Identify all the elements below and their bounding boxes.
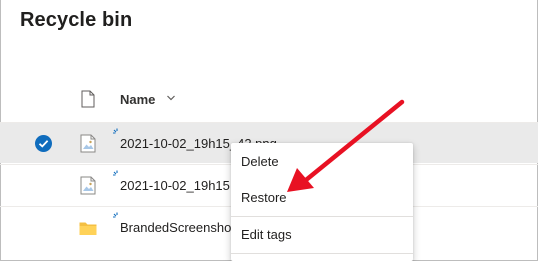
menu-item-edit-tags[interactable]: Edit tags	[231, 217, 413, 253]
context-menu: Delete Restore Edit tags	[231, 143, 413, 261]
menu-item-restore[interactable]: Restore	[231, 180, 413, 216]
folder-icon	[79, 222, 97, 235]
menu-separator	[231, 253, 413, 254]
image-file-icon	[80, 134, 96, 153]
column-header-name[interactable]: Name	[120, 92, 155, 107]
chevron-down-icon[interactable]	[166, 93, 176, 103]
file-icon	[81, 90, 95, 108]
list-header: Name	[0, 80, 538, 120]
file-name[interactable]: 2021-10-02_19h15	[120, 178, 230, 193]
menu-item-delete[interactable]: Delete	[231, 144, 413, 180]
folder-name[interactable]: BrandedScreensho	[120, 220, 231, 235]
checkmark-icon[interactable]	[35, 135, 52, 152]
page-title: Recycle bin	[20, 9, 133, 31]
image-file-icon	[80, 176, 96, 195]
